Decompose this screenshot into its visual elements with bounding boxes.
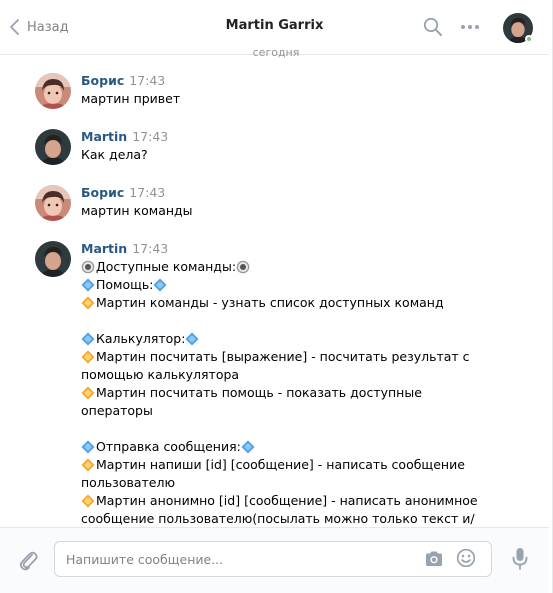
smile-icon: [456, 548, 476, 568]
orange-diamond-emoji-icon: [81, 494, 95, 508]
message-line: Мартин напиши [id] [сообщение] - написат…: [81, 456, 481, 474]
message-text: Как дела?: [81, 146, 481, 164]
emoji-button[interactable]: [456, 548, 476, 568]
message-time: 17:43: [132, 241, 169, 256]
orange-diamond-emoji-icon: [81, 350, 95, 364]
blue-diamond-emoji-icon: [153, 278, 167, 292]
more-button[interactable]: [459, 16, 481, 38]
message-author[interactable]: Борис: [81, 185, 124, 200]
message-line: Калькулятор:: [81, 330, 481, 348]
camera-icon: [426, 551, 442, 566]
radio-button-emoji-icon: [236, 260, 250, 274]
message-line-text: Мартин посчитать помощь - показать досту…: [96, 385, 422, 400]
attach-button[interactable]: [17, 548, 39, 572]
message-line-text: Калькулятор:: [96, 331, 186, 346]
voice-message-button[interactable]: [512, 546, 528, 572]
orange-diamond-emoji-icon: [81, 296, 95, 310]
message-input[interactable]: [66, 542, 406, 576]
message-line: сообщение пользователю(посылать можно то…: [81, 511, 475, 526]
message-line: мартин привет: [81, 91, 181, 106]
avatar-boris[interactable]: [35, 73, 71, 109]
message-line: Мартин посчитать [выражение] - посчитать…: [81, 348, 481, 366]
message-time: 17:43: [132, 129, 169, 144]
date-separator: сегодня: [252, 46, 300, 59]
message-line: операторы: [81, 403, 153, 418]
blue-diamond-emoji-icon: [241, 440, 255, 454]
orange-diamond-emoji-icon: [81, 458, 95, 472]
blue-diamond-emoji-icon: [81, 278, 95, 292]
message-list[interactable]: Борис 17:43 мартин привет Martin 17:43 Как…: [0, 56, 549, 526]
message-text: мартин привет: [81, 90, 481, 108]
message-line: пользователю: [81, 475, 175, 490]
message-author[interactable]: Борис: [81, 73, 124, 88]
message-line: Мартин анонимно [id] [сообщение] - напис…: [81, 492, 481, 510]
blue-diamond-emoji-icon: [81, 332, 95, 346]
message-line: помощью калькулятора: [81, 367, 240, 382]
message-line: Мартин команды - узнать список доступных…: [81, 294, 481, 312]
message-line: Отправка сообщения:: [81, 438, 481, 456]
avatar-martin[interactable]: [35, 129, 71, 165]
orange-diamond-emoji-icon: [81, 386, 95, 400]
message-line-text: Отправка сообщения:: [96, 439, 241, 454]
chat-window: Назад Martin Garrix сегодня Борис 17:43 …: [0, 0, 553, 593]
microphone-icon: [512, 548, 528, 570]
radio-button-emoji-icon: [81, 260, 95, 274]
message-composer: [0, 527, 549, 593]
message-text: Доступные команды: Помощь: Мартин команд…: [81, 258, 481, 526]
message-input-box: [54, 541, 492, 577]
avatar-boris[interactable]: [35, 185, 71, 221]
online-indicator: [525, 35, 533, 43]
message-line: Помощь:: [81, 276, 481, 294]
message-line-text: Мартин напиши [id] [сообщение] - написат…: [96, 457, 465, 472]
message-line-text: Помощь:: [96, 277, 154, 292]
camera-button[interactable]: [424, 550, 444, 568]
message-line-text: Мартин посчитать [выражение] - посчитать…: [96, 349, 470, 364]
message-line-text: Доступные команды:: [96, 259, 237, 274]
more-dots-icon: [461, 25, 479, 29]
message-line-text: Мартин команды - узнать список доступных…: [96, 295, 444, 310]
blue-diamond-emoji-icon: [81, 440, 95, 454]
message-line: Мартин посчитать помощь - показать досту…: [81, 384, 481, 402]
message-text: мартин команды: [81, 202, 481, 220]
message-time: 17:43: [129, 185, 166, 200]
avatar-martin[interactable]: [35, 241, 71, 277]
message-line: мартин команды: [81, 203, 193, 218]
search-icon: [423, 17, 442, 36]
paperclip-icon: [19, 551, 38, 571]
blue-diamond-emoji-icon: [185, 332, 199, 346]
message-line: Как дела?: [81, 147, 148, 162]
search-button[interactable]: [422, 16, 444, 38]
message-line-text: Мартин анонимно [id] [сообщение] - напис…: [96, 493, 478, 508]
message-time: 17:43: [129, 73, 166, 88]
message-author[interactable]: Martin: [81, 129, 127, 144]
message-author[interactable]: Martin: [81, 241, 127, 256]
message-line: Доступные команды:: [81, 258, 481, 276]
